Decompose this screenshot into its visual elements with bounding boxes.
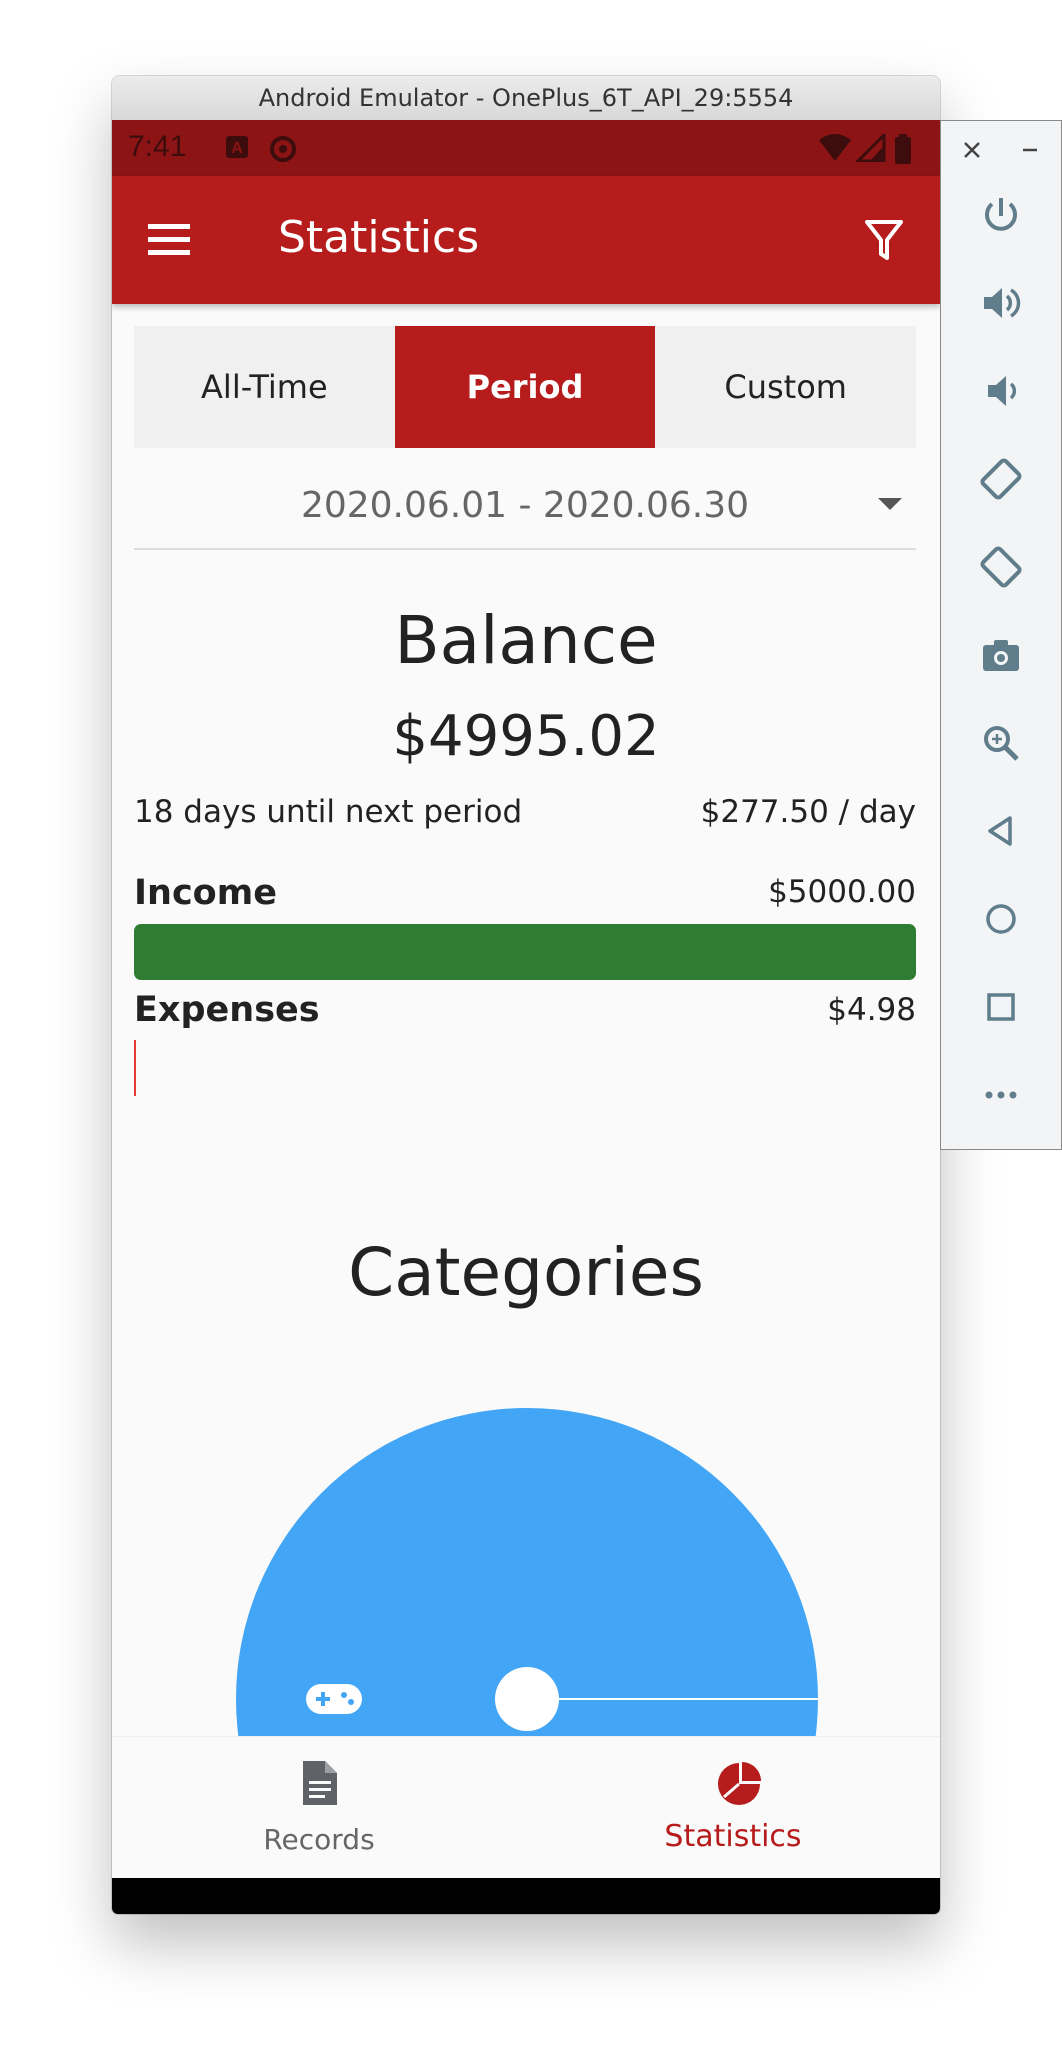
overview-button[interactable]	[973, 979, 1029, 1035]
camera-icon	[983, 640, 1019, 671]
volume-up-icon	[984, 288, 1021, 318]
app-bar: Statistics	[112, 176, 940, 304]
date-range-dropdown[interactable]: 2020.06.01 - 2020.06.30	[134, 462, 916, 550]
emulator-window: Android Emulator - OnePlus_6T_API_29:555…	[112, 76, 940, 1914]
expenses-bar	[134, 1040, 916, 1096]
per-day-allowance: $277.50 / day	[700, 794, 916, 830]
categories-heading: Categories	[348, 1234, 704, 1311]
dropdown-arrow-icon	[878, 498, 902, 510]
wifi-icon	[819, 134, 851, 161]
power-icon	[985, 198, 1017, 231]
svg-text:A: A	[231, 140, 243, 157]
status-time: 7:41	[128, 130, 187, 163]
emulator-side-toolbar	[940, 120, 1062, 1150]
volume-down-icon	[988, 376, 1017, 406]
notification-sync-icon	[270, 136, 296, 162]
income-value: $5000.00	[768, 874, 916, 910]
more-button[interactable]	[973, 1067, 1029, 1123]
battery-icon	[895, 134, 911, 164]
date-range-value: 2020.06.01 - 2020.06.30	[300, 484, 750, 526]
expenses-bar-fill	[134, 1040, 136, 1096]
close-icon[interactable]	[961, 139, 983, 161]
minimize-icon[interactable]	[1019, 139, 1041, 161]
filter-icon[interactable]	[864, 218, 904, 262]
zoom-button[interactable]	[973, 715, 1029, 771]
bottom-navigation: Records Statistics	[112, 1736, 940, 1879]
statistics-content[interactable]: All-Time Period Custom 2020.06.01 - 2020…	[112, 304, 940, 1736]
period-tabs: All-Time Period Custom	[134, 326, 916, 448]
android-status-bar: 7:41 A	[112, 120, 940, 176]
notification-a-icon: A	[226, 136, 248, 158]
back-icon	[988, 816, 1012, 846]
balance-heading: Balance	[394, 602, 658, 679]
document-icon	[303, 1761, 337, 1805]
days-until-next-period: 18 days until next period	[134, 794, 523, 830]
android-nav-bar	[112, 1878, 940, 1914]
rotate-right-button[interactable]	[973, 539, 1029, 595]
gamepad-icon	[306, 1684, 362, 1714]
tab-custom[interactable]: Custom	[655, 326, 916, 448]
nav-statistics[interactable]: Statistics	[526, 1737, 940, 1879]
power-button[interactable]	[973, 187, 1029, 243]
screenshot-button[interactable]	[973, 627, 1029, 683]
window-titlebar[interactable]: Android Emulator - OnePlus_6T_API_29:555…	[112, 76, 940, 121]
categories-pie-chart[interactable]	[236, 1408, 818, 1736]
income-label: Income	[134, 873, 277, 913]
pie-svg	[236, 1408, 818, 1736]
nav-statistics-label: Statistics	[664, 1819, 802, 1854]
page-title: Statistics	[278, 212, 480, 263]
nav-records-label: Records	[263, 1823, 375, 1856]
overview-icon	[987, 993, 1015, 1021]
income-bar	[134, 924, 916, 980]
rotate-left-icon	[980, 458, 1022, 500]
income-bar-fill	[134, 924, 916, 980]
expenses-label: Expenses	[134, 990, 320, 1030]
more-icon	[985, 1091, 1017, 1099]
rotate-left-button[interactable]	[973, 451, 1029, 507]
volume-up-button[interactable]	[973, 275, 1029, 331]
hamburger-menu-icon[interactable]	[148, 220, 192, 260]
tab-period[interactable]: Period	[394, 326, 656, 448]
zoom-icon	[984, 726, 1019, 761]
volume-down-button[interactable]	[973, 363, 1029, 419]
pie-chart-icon	[718, 1762, 761, 1805]
pie-center-hole	[495, 1667, 559, 1731]
tab-all-time[interactable]: All-Time	[134, 326, 395, 448]
home-icon	[986, 904, 1016, 934]
nav-records[interactable]: Records	[112, 1737, 526, 1879]
home-button[interactable]	[973, 891, 1029, 947]
signal-icon	[856, 134, 886, 162]
rotate-right-icon	[980, 546, 1022, 588]
window-title: Android Emulator - OnePlus_6T_API_29:555…	[258, 84, 794, 112]
back-button[interactable]	[973, 803, 1029, 859]
balance-value: $4995.02	[392, 704, 660, 769]
expenses-value: $4.98	[827, 992, 916, 1028]
